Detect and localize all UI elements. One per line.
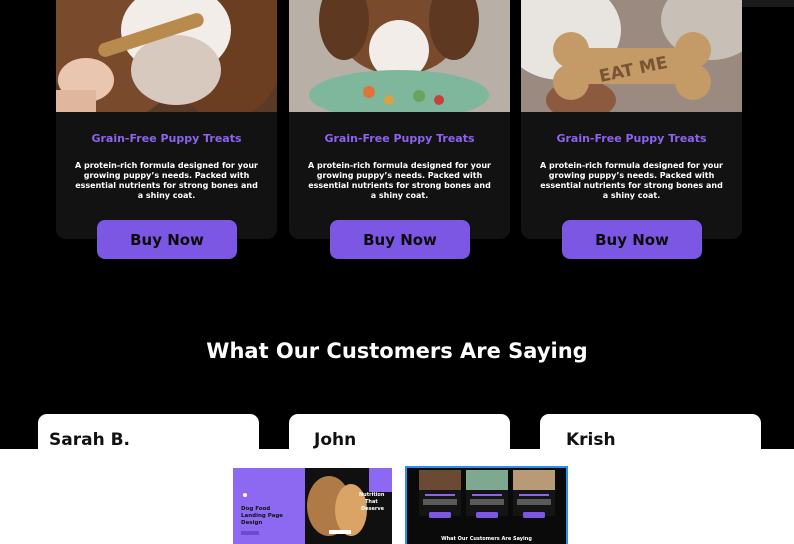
testimonial-card: Sarah B. <box>38 414 259 449</box>
slide-viewer: Grain-Free Puppy Treats A protein-rich f… <box>0 0 794 449</box>
testimonial-name: Krish <box>566 430 616 449</box>
product-photo <box>289 0 510 112</box>
product-card: EAT ME Grain-Free Puppy Treats A protein… <box>521 0 742 259</box>
product-title: Grain-Free Puppy Treats <box>556 132 707 145</box>
svg-text:That: That <box>365 499 378 505</box>
svg-text:Design: Design <box>241 520 262 526</box>
product-description: A protein-rich formula designed for your… <box>539 161 723 200</box>
svg-text:Dog Food: Dog Food <box>241 506 270 512</box>
testimonial-name: John <box>314 430 357 449</box>
testimonial-card: Krish <box>540 414 761 449</box>
product-photo: EAT ME <box>521 0 742 112</box>
product-card: Grain-Free Puppy Treats A protein-rich f… <box>289 0 510 259</box>
product-title: Grain-Free Puppy Treats <box>324 132 475 145</box>
testimonials-heading: What Our Customers Are Saying <box>206 339 588 363</box>
svg-text:Nutrition: Nutrition <box>359 492 385 498</box>
product-title: Grain-Free Puppy Treats <box>91 132 242 145</box>
product-card: Grain-Free Puppy Treats A protein-rich f… <box>56 0 277 259</box>
svg-text:Landing Page: Landing Page <box>241 513 283 519</box>
product-photo <box>56 0 277 112</box>
buy-now-button[interactable]: Buy Now <box>330 220 470 259</box>
testimonial-name: Sarah B. <box>49 430 131 449</box>
thumbnail-slide-2[interactable]: What Our Customers Are Saying <box>405 466 568 544</box>
buy-now-button[interactable]: Buy Now <box>562 220 702 259</box>
product-description: A protein-rich formula designed for your… <box>74 161 258 200</box>
svg-text:What Our Customers Are Saying: What Our Customers Are Saying <box>441 536 532 542</box>
svg-text:Deserve: Deserve <box>361 506 385 512</box>
testimonial-card: John <box>289 414 510 449</box>
buy-now-button[interactable]: Buy Now <box>97 220 237 259</box>
product-description: A protein-rich formula designed for your… <box>307 161 491 200</box>
thumbnail-slide-1[interactable]: Dog Food Landing Page Design Nutrition T… <box>233 468 392 544</box>
